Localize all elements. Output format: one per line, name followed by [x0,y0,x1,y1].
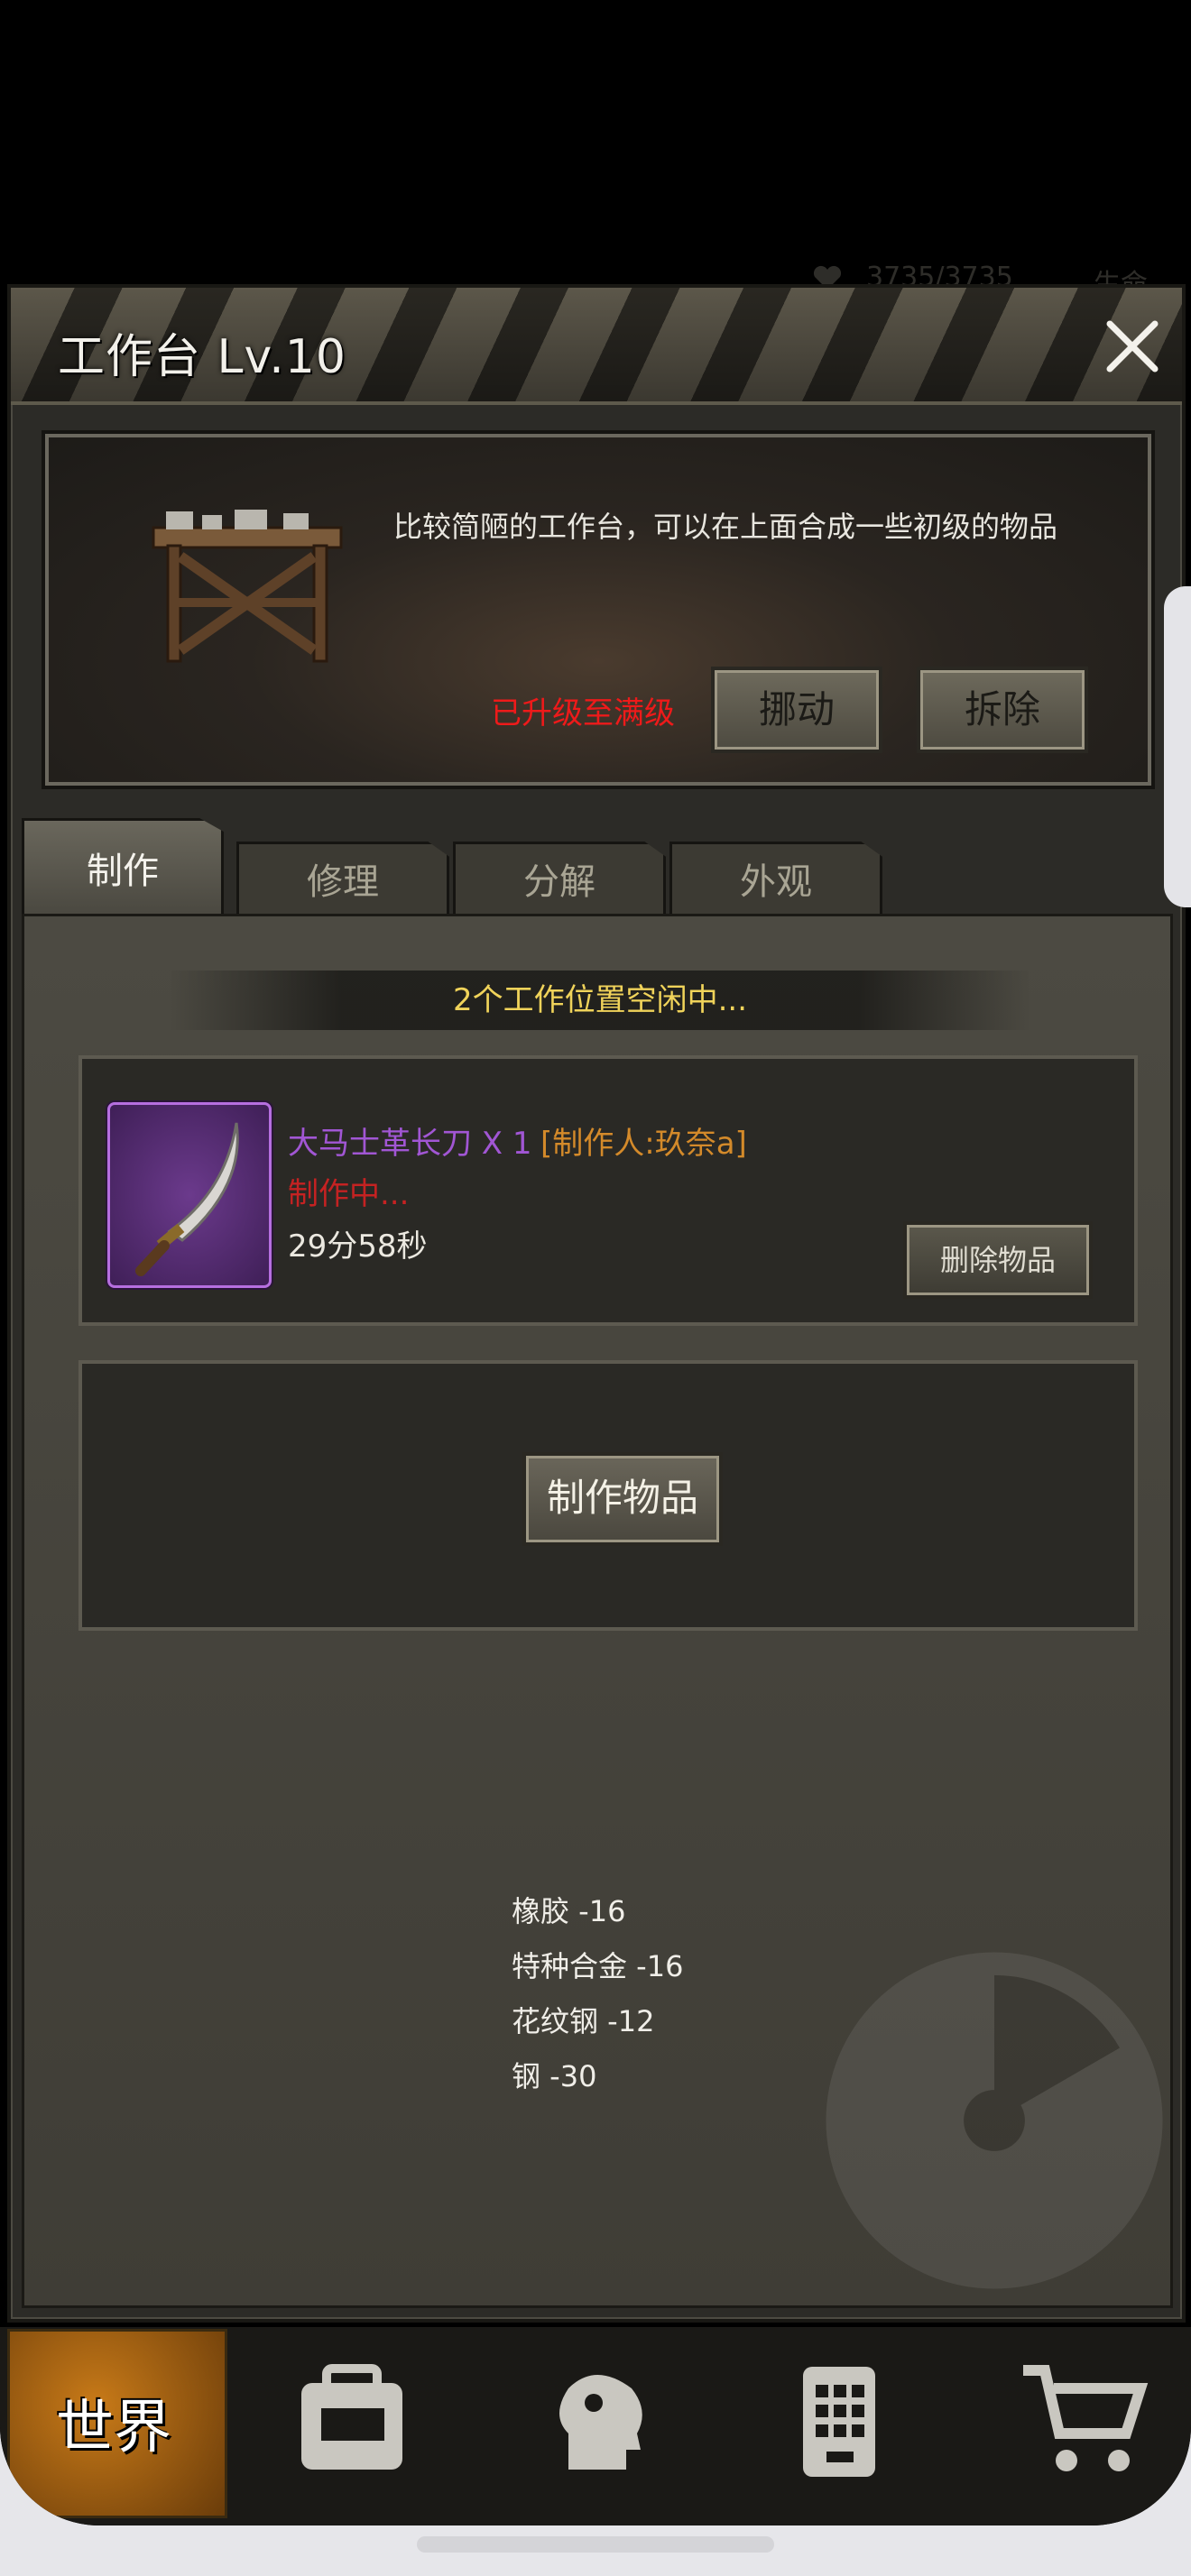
workbench-info-panel: 比较简陋的工作台，可以在上面合成一些初级的物品 已升级至满级 挪动 拆除 [45,434,1151,786]
close-icon[interactable] [1101,315,1164,378]
material-item: 橡胶 -16 [512,1894,626,1928]
skills-icon[interactable] [532,2361,668,2479]
item-icon-frame[interactable] [107,1102,272,1288]
item-maker: [制作人:玖奈a] [540,1126,747,1162]
workbench-description: 比较简陋的工作台，可以在上面合成一些初级的物品 [393,510,1058,544]
game-screen: 3735/3735 生命 世界 [0,0,1191,2525]
home-indicator[interactable] [417,2536,774,2553]
max-level-text: 已升级至满级 [491,695,675,731]
tab-craft[interactable]: 制作 [22,818,224,915]
dialog-title: 工作台 Lv.10 [58,330,346,384]
dialog-header: 工作台 Lv.10 [11,288,1182,405]
shop-cart-icon[interactable] [1018,2361,1153,2479]
nav-world-label: 世界 [56,2395,171,2461]
crafting-item-card: 大马士革长刀 X 1 [制作人:玖奈a] 制作中... 29分58秒 删除物品 [78,1055,1138,1326]
backpack-icon[interactable] [285,2361,420,2479]
material-item: 钢 -30 [512,2059,597,2093]
item-name: 大马士革长刀 X 1 [288,1126,532,1162]
move-button[interactable]: 挪动 [711,667,882,753]
device-frame: 3735/3735 生命 世界 [0,0,1191,2576]
materials-cost-list: 橡胶 -16 特种合金 -16 花纹钢 -12 钢 -30 [512,1884,683,2104]
work-slots-status: 2个工作位置空闲中... [169,971,1031,1030]
sabre-icon [135,1122,239,1276]
phone-icon[interactable] [776,2361,911,2479]
tab-appearance[interactable]: 外观 [669,842,882,917]
tab-decompose[interactable]: 分解 [453,842,666,917]
workbench-image [152,510,343,663]
crafting-status: 制作中... [288,1176,410,1212]
empty-craft-slot: 制作物品 [78,1360,1138,1631]
radiation-watermark-icon [826,1952,1163,2289]
material-item: 花纹钢 -12 [512,2004,655,2038]
remove-button[interactable]: 拆除 [917,667,1088,753]
make-item-button[interactable]: 制作物品 [522,1452,723,1546]
crafting-timer: 29分58秒 [288,1228,428,1265]
side-handle[interactable] [1164,586,1191,907]
craft-tab-content: 2个工作位置空闲中... 大马士革长刀 X 1 [制作人:玖奈a] 制作中...… [22,914,1173,2308]
tab-repair[interactable]: 修理 [236,842,449,917]
workbench-dialog: 工作台 Lv.10 比较简陋的工作台，可以在上面合成一些初级的物品 已升级至满级… [7,284,1186,2323]
material-item: 特种合金 -16 [512,1949,684,1983]
delete-item-button[interactable]: 删除物品 [903,1221,1093,1299]
